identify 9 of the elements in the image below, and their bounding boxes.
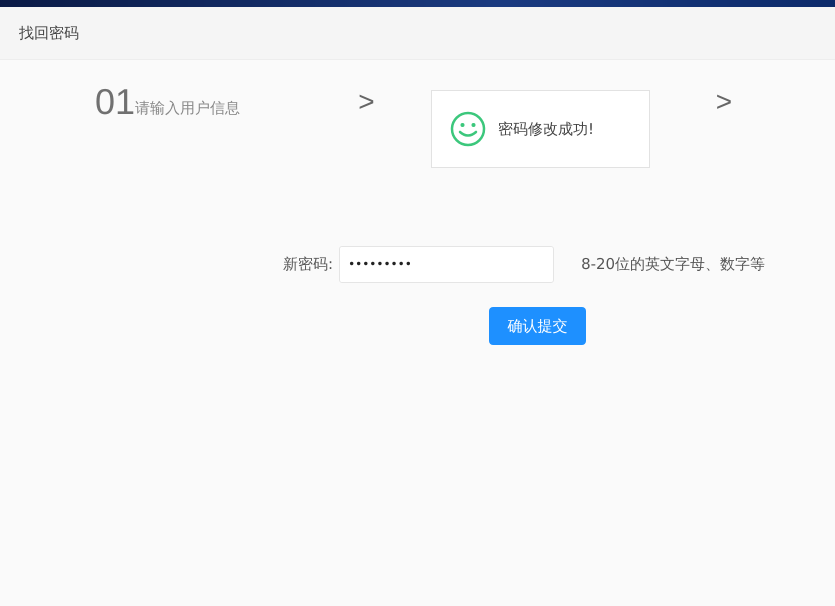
password-field[interactable]: ••••••••• bbox=[339, 246, 554, 282]
field-label: 新密码: bbox=[283, 254, 334, 274]
step-arrow: > bbox=[358, 85, 376, 119]
page-title: 找回密码 bbox=[0, 7, 835, 60]
toast-text: 密码修改成功! bbox=[498, 120, 594, 138]
step-label: 请输入用户信息 bbox=[135, 99, 240, 118]
step-arrow: > bbox=[716, 85, 734, 119]
password-hint: 8-20位的英文字母、数字等 bbox=[581, 254, 766, 274]
step-number: 01 bbox=[95, 82, 136, 122]
